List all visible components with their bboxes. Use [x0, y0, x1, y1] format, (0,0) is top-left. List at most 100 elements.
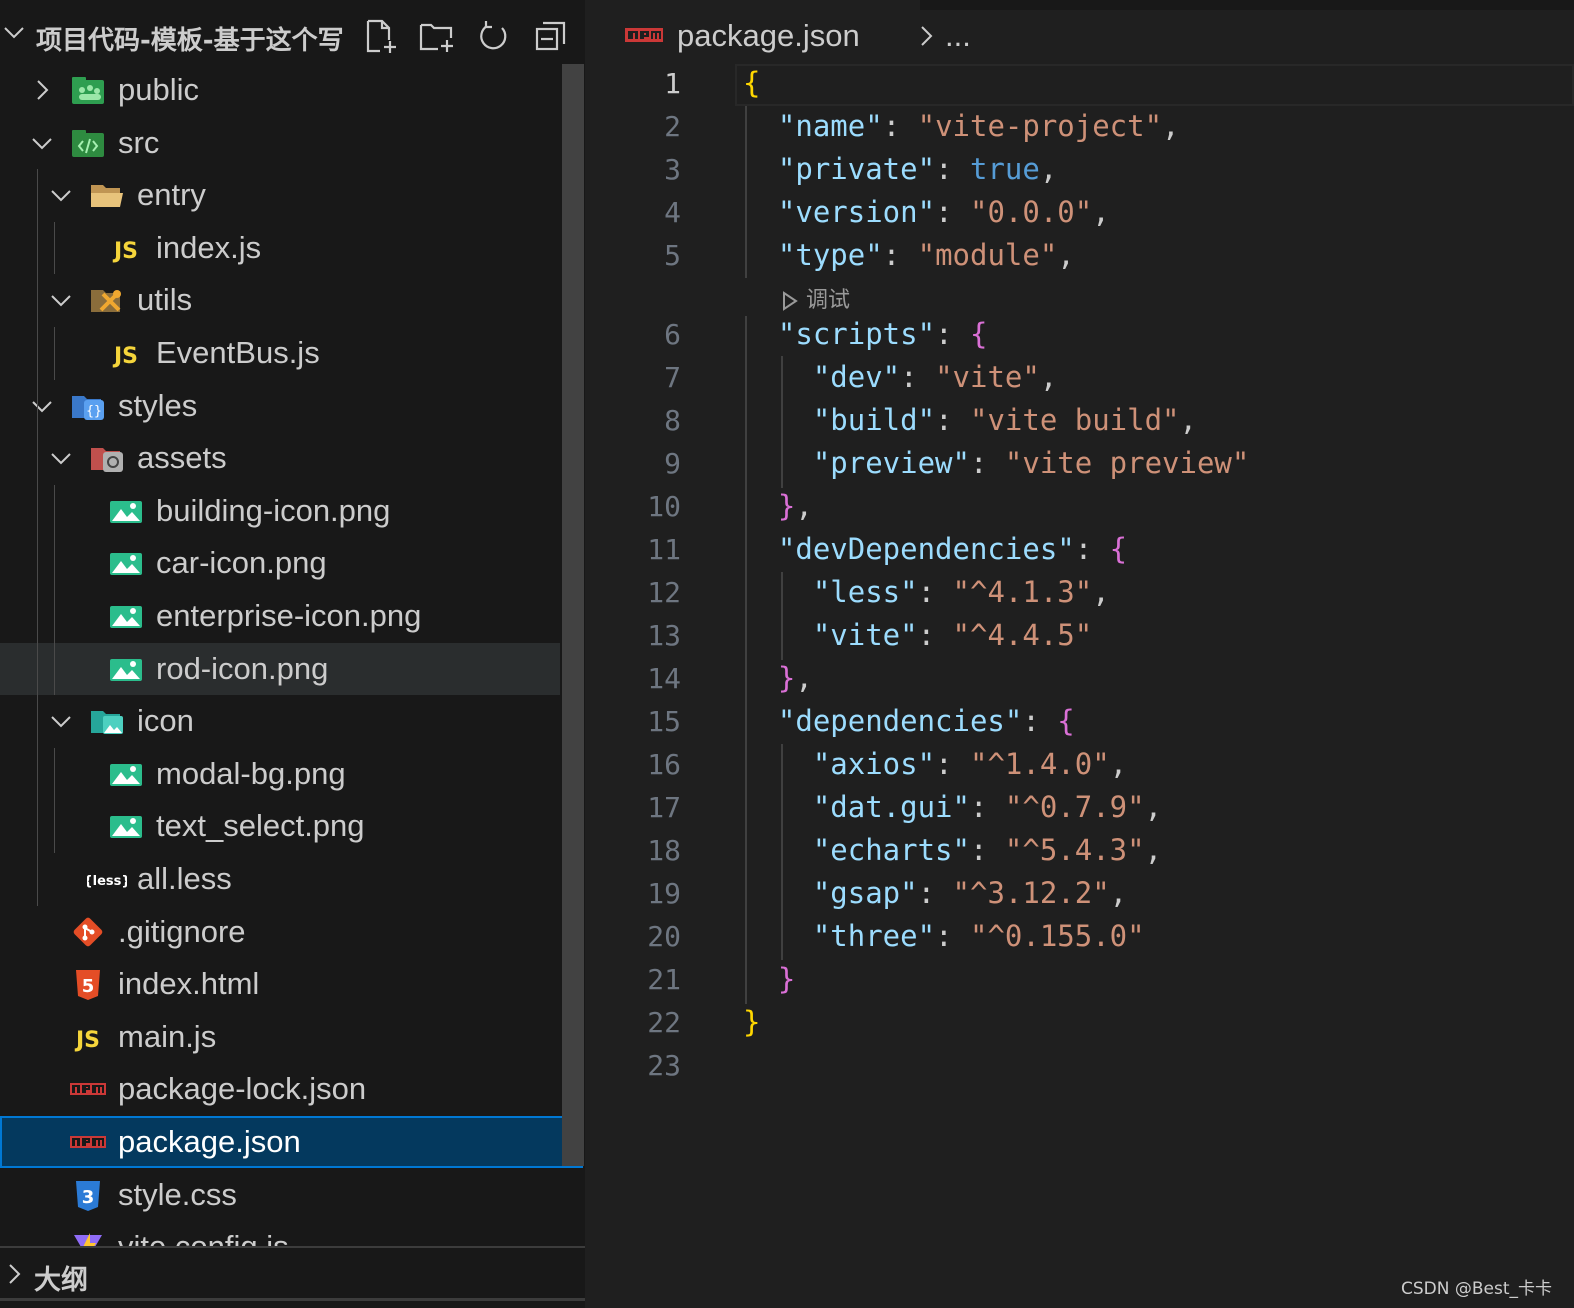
code-line[interactable]: "name": "vite-project", [743, 109, 1180, 143]
tree-folder-public[interactable]: public [0, 64, 560, 116]
code-token: "^3.12.2" [952, 876, 1110, 910]
code-line[interactable]: "preview": "vite preview" [743, 446, 1250, 480]
new-file-icon[interactable] [362, 18, 400, 56]
tree-file-building-icon-png[interactable]: building-icon.png [0, 485, 560, 537]
tree-file-index-js[interactable]: JS index.js [0, 222, 560, 274]
sidebar-scrollbar[interactable] [562, 64, 584, 1166]
images-folder-icon [91, 711, 123, 735]
code-token: : [1022, 704, 1058, 738]
code-line[interactable]: } [743, 962, 795, 996]
line-number: 22 [647, 1006, 681, 1039]
tree-file-main-js[interactable]: JS main.js [0, 1011, 560, 1063]
code-line[interactable]: "axios": "^1.4.0", [743, 747, 1127, 781]
tree-file-gitignore[interactable]: .gitignore [0, 906, 560, 958]
code-line[interactable]: } [743, 1005, 760, 1039]
code-editor[interactable]: package.json ... 调试 1 {2 "name": "vite-pr… [585, 0, 1574, 1308]
tree-item-label: main.js [118, 1018, 217, 1054]
code-line[interactable]: "three": "^0.155.0" [743, 919, 1145, 953]
tree-file-modal-bg-png[interactable]: modal-bg.png [0, 748, 560, 800]
code-line[interactable]: "less": "^4.1.3", [743, 575, 1110, 609]
chevron-right-icon[interactable] [2, 1262, 26, 1286]
line-number: 19 [647, 877, 681, 910]
code-token: "^4.4.5" [952, 618, 1093, 652]
tree-folder-assets[interactable]: assets [0, 432, 560, 484]
code-line[interactable]: "devDependencies": { [743, 532, 1127, 566]
tree-file-style-css[interactable]: 3 style.css [0, 1169, 560, 1221]
tree-file-index-html[interactable]: 5 index.html [0, 958, 560, 1010]
code-line[interactable]: "private": true, [743, 152, 1057, 186]
tree-folder-entry[interactable]: entry [0, 169, 560, 221]
line-number: 20 [647, 920, 681, 953]
chevron-down-icon[interactable] [30, 394, 54, 418]
less-icon: {less} [87, 874, 127, 889]
chevron-down-icon[interactable] [30, 131, 54, 155]
tree-folder-styles[interactable]: {} styles [0, 380, 560, 432]
chevron-right-icon [921, 26, 933, 46]
code-token: "build" [812, 403, 936, 437]
code-line[interactable]: "echarts": "^5.4.3", [743, 833, 1162, 867]
code-token: : [935, 317, 970, 351]
code-line[interactable]: "gsap": "^3.12.2", [743, 876, 1127, 910]
code-line[interactable]: "build": "vite build", [743, 403, 1197, 437]
code-line[interactable]: "vite": "^4.4.5" [743, 618, 1092, 652]
collapse-all-icon[interactable] [532, 18, 570, 56]
code-token: "dat.gui" [812, 790, 970, 824]
chevron-down-icon[interactable] [49, 709, 73, 733]
line-number: 7 [664, 361, 681, 394]
tree-file-text-select-png[interactable]: text_select.png [0, 800, 560, 852]
code-line[interactable]: "dat.gui": "^0.7.9", [743, 790, 1162, 824]
tree-indent-guide [54, 484, 55, 696]
code-token: { [743, 66, 761, 100]
tree-file-package-lock-json[interactable]: package-lock.json [0, 1063, 560, 1115]
code-token: "vite" [812, 618, 918, 652]
code-line[interactable]: "dev": "vite", [743, 360, 1057, 394]
new-folder-icon[interactable] [418, 18, 456, 56]
refresh-icon[interactable] [474, 18, 512, 56]
chevron-down-icon[interactable] [49, 446, 73, 470]
code-line[interactable]: }, [743, 661, 813, 695]
code-token: , [1109, 876, 1128, 910]
chevron-down-icon[interactable] [49, 288, 73, 312]
code-token: { [1109, 532, 1128, 566]
tree-file-car-icon-png[interactable]: car-icon.png [0, 537, 560, 589]
tree-item-label: assets [137, 440, 227, 476]
image-icon [110, 658, 142, 681]
chevron-right-icon[interactable] [30, 78, 54, 102]
outline-section-header[interactable]: 大纲 [0, 1246, 585, 1302]
explorer-header[interactable]: 项目代码-模板-基于这个写 [0, 0, 585, 64]
tree-file-rod-icon-png[interactable]: rod-icon.png [0, 642, 560, 695]
tree-file-enterprise-icon-png[interactable]: enterprise-icon.png [0, 590, 560, 642]
code-line[interactable]: "version": "0.0.0", [743, 195, 1110, 229]
tree-folder-icon[interactable]: icon [0, 695, 560, 747]
code-token: { [969, 317, 988, 351]
tree-folder-utils[interactable]: utils [0, 274, 560, 326]
code-line[interactable]: "type": "module", [743, 238, 1075, 272]
tree-item-label: package-lock.json [118, 1071, 367, 1107]
svg-text:3: 3 [82, 1187, 95, 1208]
line-number: 12 [647, 576, 681, 609]
code-token: , [1092, 195, 1110, 229]
tree-folder-src[interactable]: src [0, 117, 560, 169]
tree-file-eventbus-js[interactable]: JS EventBus.js [0, 327, 560, 379]
breadcrumb-symbols[interactable]: ... [945, 18, 971, 54]
code-token: : [935, 195, 970, 229]
code-line[interactable]: }, [743, 489, 813, 523]
workspace-folder-title[interactable]: 项目代码-模板-基于这个写 [36, 20, 344, 57]
chevron-down-icon[interactable] [2, 20, 26, 44]
breadcrumb-file[interactable]: package.json [677, 18, 860, 54]
debug-codelens[interactable]: 调试 [781, 282, 850, 314]
code-line[interactable]: "dependencies": { [743, 704, 1075, 738]
code-line[interactable]: { [743, 66, 760, 100]
tree-file-all-less[interactable]: {less} all.less [0, 853, 560, 905]
code-line[interactable]: "scripts": { [743, 317, 988, 351]
npm-icon [70, 1083, 106, 1096]
tree-file-package-json[interactable]: package.json [0, 1116, 583, 1168]
code-token: : [969, 446, 1005, 480]
chevron-down-icon[interactable] [49, 183, 73, 207]
